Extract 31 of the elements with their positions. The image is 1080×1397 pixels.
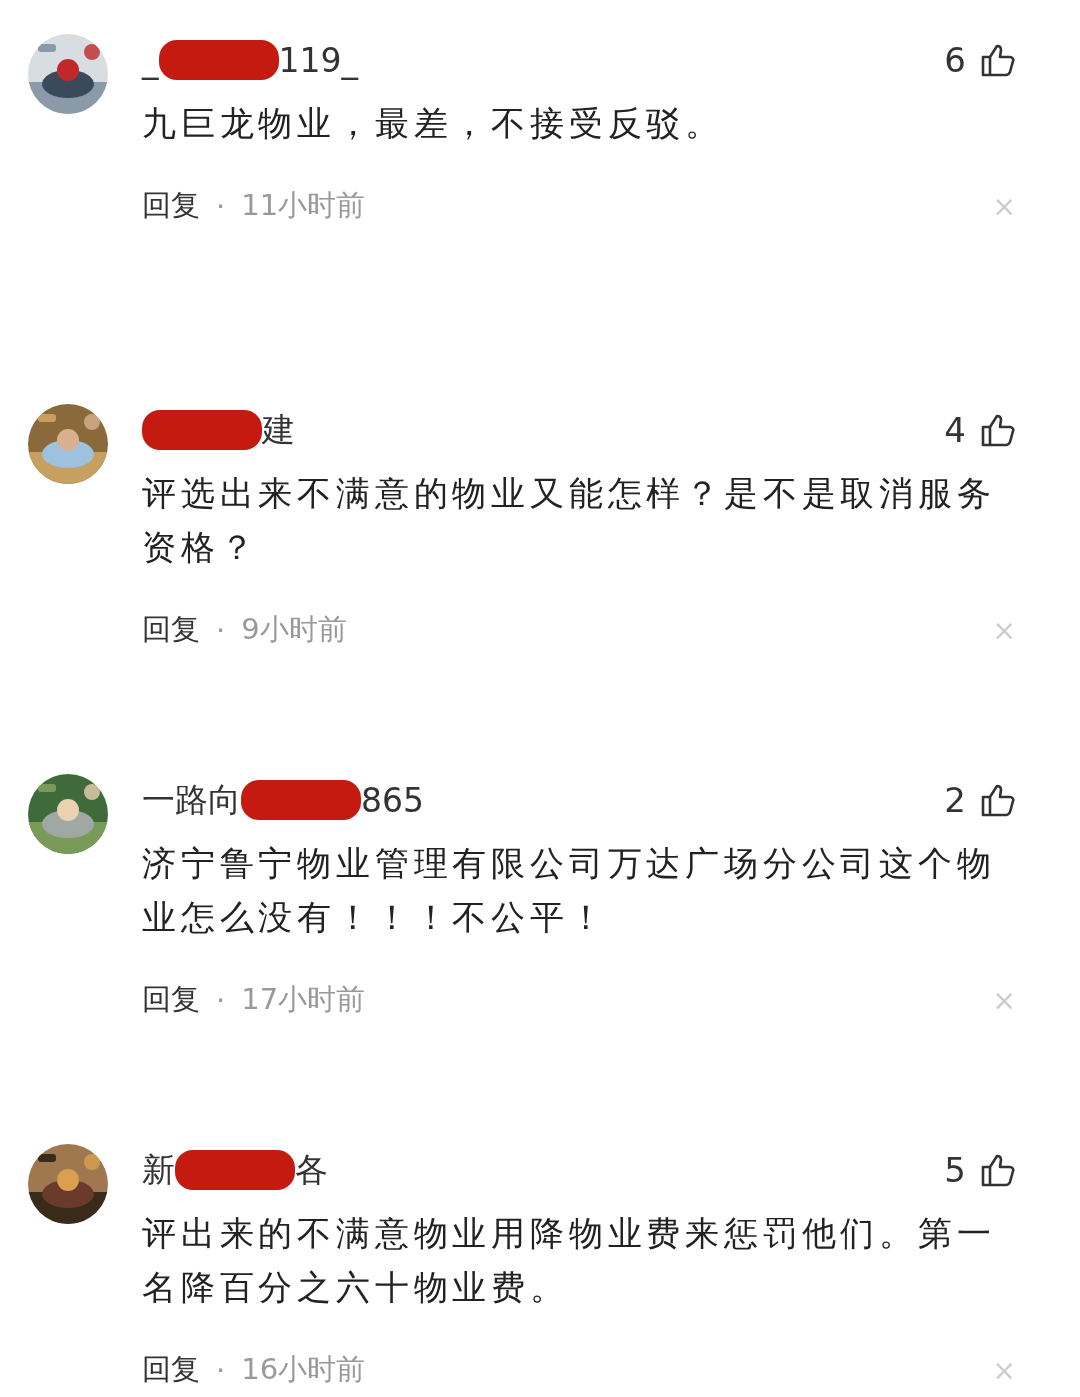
timestamp: 17小时前 bbox=[241, 981, 366, 1018]
thumbs-up-icon[interactable] bbox=[980, 412, 1016, 448]
timestamp: 16小时前 bbox=[241, 1351, 366, 1388]
timestamp: 9小时前 bbox=[241, 611, 347, 648]
like-count: 5 bbox=[944, 1150, 966, 1190]
thumbs-up-icon[interactable] bbox=[980, 1152, 1016, 1188]
like-count: 2 bbox=[944, 780, 966, 820]
username[interactable]: 865 bbox=[361, 780, 424, 820]
separator-dot: · bbox=[216, 613, 226, 647]
thumbs-up-icon[interactable] bbox=[980, 782, 1016, 818]
comment-text: 九巨龙物业，最差，不接受反驳。 bbox=[142, 102, 725, 145]
comment-text: 评出来的不满意物业用降物业费来惩罚他们。第一名降百分之六十物业费。 bbox=[142, 1212, 997, 1309]
username[interactable]: 各 bbox=[295, 1147, 328, 1193]
separator-dot: · bbox=[216, 1353, 226, 1387]
timestamp: 11小时前 bbox=[241, 187, 366, 224]
reply-link[interactable]: 回复 bbox=[142, 1350, 200, 1390]
reply-link[interactable]: 回复 bbox=[142, 186, 200, 226]
username[interactable]: 新 bbox=[142, 1147, 175, 1193]
username[interactable]: 建 bbox=[262, 407, 295, 453]
reply-link[interactable]: 回复 bbox=[142, 610, 200, 650]
comment-text: 济宁鲁宁物业管理有限公司万达广场分公司这个物业怎么没有！！！不公平！ bbox=[142, 842, 997, 939]
like-count: 6 bbox=[944, 40, 966, 80]
username[interactable]: 一路向 bbox=[142, 777, 241, 823]
thumbs-up-icon[interactable] bbox=[980, 42, 1016, 78]
reply-link[interactable]: 回复 bbox=[142, 980, 200, 1020]
like-count: 4 bbox=[944, 410, 966, 450]
username[interactable]: 119_ bbox=[278, 40, 358, 80]
separator-dot: · bbox=[216, 189, 226, 223]
username[interactable]: _ bbox=[142, 40, 159, 80]
separator-dot: · bbox=[216, 983, 226, 1017]
comment-text: 评选出来不满意的物业又能怎样？是不是取消服务资格？ bbox=[142, 472, 997, 569]
